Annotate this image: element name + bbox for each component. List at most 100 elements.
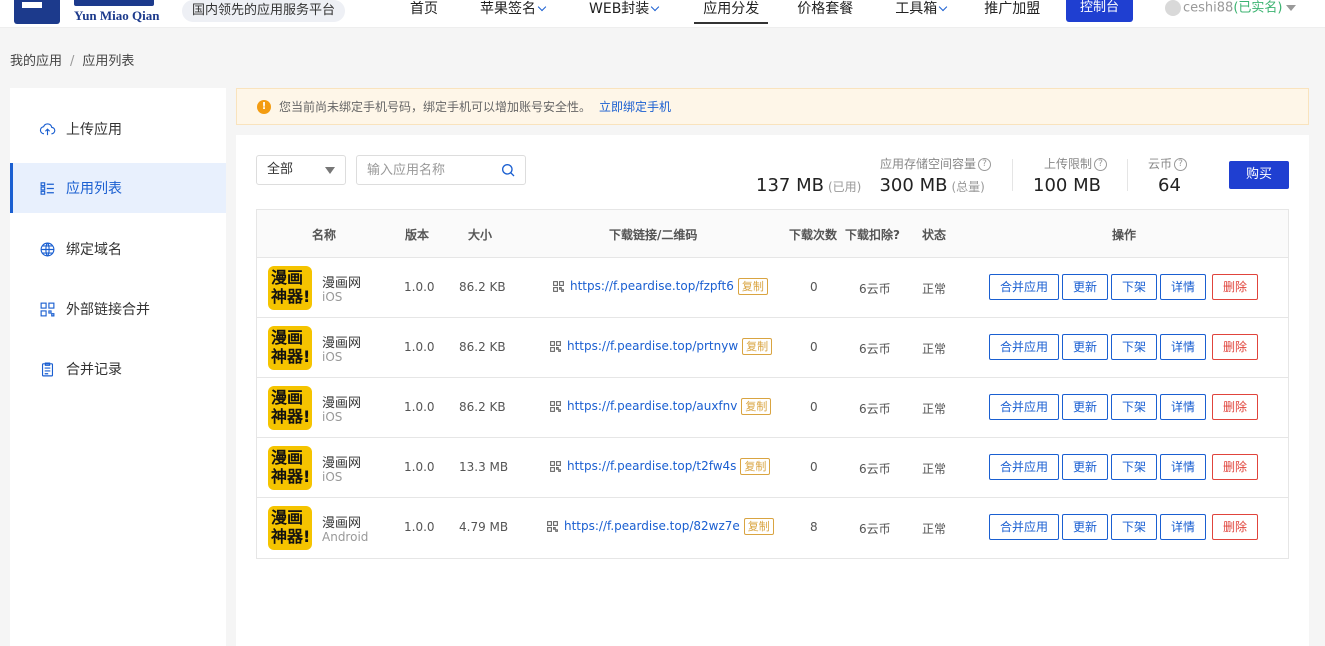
copy-button[interactable]: 复制 (741, 398, 772, 415)
app-name[interactable]: 漫画网 (322, 452, 361, 471)
copy-button[interactable]: 复制 (737, 278, 768, 295)
username: ceshi88 (1183, 0, 1234, 16)
buy-coins-button[interactable]: 购买 (1229, 161, 1289, 189)
coin-label: 云币? (1148, 155, 1188, 172)
sidebar-item-merge-records[interactable]: 合并记录 (10, 344, 226, 394)
copy-button[interactable]: 复制 (740, 458, 771, 475)
qrcode-icon[interactable] (552, 280, 565, 293)
sidebar-item-bind-domain[interactable]: 绑定域名 (10, 224, 226, 274)
merge-app-button[interactable]: 合并应用 (989, 334, 1059, 360)
nav-toolbox[interactable]: 工具箱 (895, 0, 948, 24)
detail-button[interactable]: 详情 (1160, 274, 1206, 300)
app-status: 正常 (922, 522, 947, 536)
app-name[interactable]: 漫画网 (322, 512, 361, 531)
download-link-cell: https://f.peardise.top/fzpft6 复制 (552, 278, 768, 295)
update-button[interactable]: 更新 (1062, 514, 1108, 540)
app-name[interactable]: 漫画网 (322, 272, 361, 291)
delete-button[interactable]: 删除 (1212, 274, 1258, 300)
download-link[interactable]: https://f.peardise.top/t2fw4s (567, 459, 736, 473)
download-link-cell: https://f.peardise.top/t2fw4s 复制 (549, 458, 771, 475)
nav-apple-sign[interactable]: 苹果签名 (480, 0, 547, 24)
unlist-button[interactable]: 下架 (1111, 394, 1157, 420)
filter-select[interactable]: 全部 (256, 155, 346, 185)
unlist-button[interactable]: 下架 (1111, 514, 1157, 540)
qrcode-icon[interactable] (549, 340, 562, 353)
top-header: Yun Miao Qian 国内领先的应用服务平台 首页 苹果签名 WEB封装 … (0, 0, 1325, 28)
app-status: 正常 (922, 402, 947, 416)
app-version: 1.0.0 (404, 400, 435, 414)
delete-button[interactable]: 删除 (1212, 334, 1258, 360)
logo-brand-mark (74, 0, 154, 6)
update-button[interactable]: 更新 (1062, 334, 1108, 360)
col-deduction: 下载扣除? (845, 228, 900, 242)
delete-button[interactable]: 删除 (1212, 394, 1258, 420)
app-icon[interactable]: 漫画 神器! (268, 386, 312, 430)
sidebar-item-app-list[interactable]: 应用列表 (10, 163, 226, 213)
detail-button[interactable]: 详情 (1160, 334, 1206, 360)
breadcrumb: 我的应用 / 应用列表 (10, 50, 134, 69)
detail-button[interactable]: 详情 (1160, 454, 1206, 480)
sidebar-item-upload[interactable]: 上传应用 (10, 104, 226, 154)
col-actions: 操作 (1112, 228, 1137, 242)
user-menu[interactable]: ceshi88(已实名) (1165, 0, 1297, 18)
qrcode-icon[interactable] (546, 520, 559, 533)
delete-button[interactable]: 删除 (1212, 454, 1258, 480)
nav-web-wrap[interactable]: WEB封装 (589, 0, 660, 24)
merge-app-button[interactable]: 合并应用 (989, 394, 1059, 420)
console-button[interactable]: 控制台 (1066, 0, 1133, 22)
detail-button[interactable]: 详情 (1160, 514, 1206, 540)
app-icon[interactable]: 漫画 神器! (268, 326, 312, 370)
help-icon[interactable]: ? (1094, 158, 1108, 171)
qrcode-icon[interactable] (549, 400, 562, 413)
chevron-down-icon (651, 2, 660, 12)
detail-button[interactable]: 详情 (1160, 394, 1206, 420)
globe-icon (38, 240, 56, 258)
unlist-button[interactable]: 下架 (1111, 334, 1157, 360)
app-icon[interactable]: 漫画 神器! (268, 266, 312, 310)
breadcrumb-my-apps[interactable]: 我的应用 (10, 54, 62, 69)
download-link[interactable]: https://f.peardise.top/fzpft6 (570, 279, 734, 293)
app-name[interactable]: 漫画网 (322, 392, 361, 411)
help-icon[interactable]: ? (978, 158, 992, 171)
app-platform: iOS (322, 470, 343, 484)
download-link[interactable]: https://f.peardise.top/82wz7e (564, 519, 740, 533)
qrcode-icon[interactable] (549, 460, 562, 473)
merge-app-button[interactable]: 合并应用 (989, 454, 1059, 480)
copy-button[interactable]: 复制 (743, 518, 774, 535)
nav-app-distribution[interactable]: 应用分发 (694, 0, 769, 24)
bind-phone-link[interactable]: 立即绑定手机 (599, 98, 671, 115)
nav-pricing[interactable]: 价格套餐 (797, 0, 853, 24)
copy-button[interactable]: 复制 (742, 338, 773, 355)
upload-limit-value: 100 MB (1033, 175, 1101, 196)
merge-app-button[interactable]: 合并应用 (989, 274, 1059, 300)
upload-limit-label: 上传限制? (1044, 155, 1108, 172)
unlist-button[interactable]: 下架 (1111, 274, 1157, 300)
download-link[interactable]: https://f.peardise.top/auxfnv (567, 399, 737, 413)
app-platform: iOS (322, 410, 343, 424)
nav-affiliate[interactable]: 推广加盟 (984, 0, 1040, 24)
app-icon[interactable]: 漫画 神器! (268, 446, 312, 490)
download-link[interactable]: https://f.peardise.top/prtnyw (567, 339, 738, 353)
app-icon[interactable]: 漫画 神器! (268, 506, 312, 550)
merge-app-button[interactable]: 合并应用 (989, 514, 1059, 540)
breadcrumb-app-list: 应用列表 (82, 54, 135, 69)
app-size: 86.2 KB (459, 280, 506, 294)
col-name: 名称 (312, 228, 337, 242)
storage-used-value: 137 MB (756, 175, 824, 196)
help-icon[interactable]: ? (1174, 158, 1188, 171)
delete-button[interactable]: 删除 (1212, 514, 1258, 540)
site-logo[interactable]: Yun Miao Qian (14, 0, 174, 26)
app-name[interactable]: 漫画网 (322, 332, 361, 351)
update-button[interactable]: 更新 (1062, 274, 1108, 300)
storage-stat-values: 137 MB (已用) 300 MB (总量) (756, 175, 985, 196)
app-status: 正常 (922, 462, 947, 476)
stat-divider (1127, 159, 1128, 191)
avatar (1165, 0, 1181, 16)
update-button[interactable]: 更新 (1062, 454, 1108, 480)
sidebar-item-external-merge[interactable]: 外部链接合并 (10, 284, 226, 334)
app-status: 正常 (922, 282, 947, 296)
search-icon[interactable] (500, 162, 516, 178)
update-button[interactable]: 更新 (1062, 394, 1108, 420)
nav-home[interactable]: 首页 (410, 0, 438, 24)
unlist-button[interactable]: 下架 (1111, 454, 1157, 480)
